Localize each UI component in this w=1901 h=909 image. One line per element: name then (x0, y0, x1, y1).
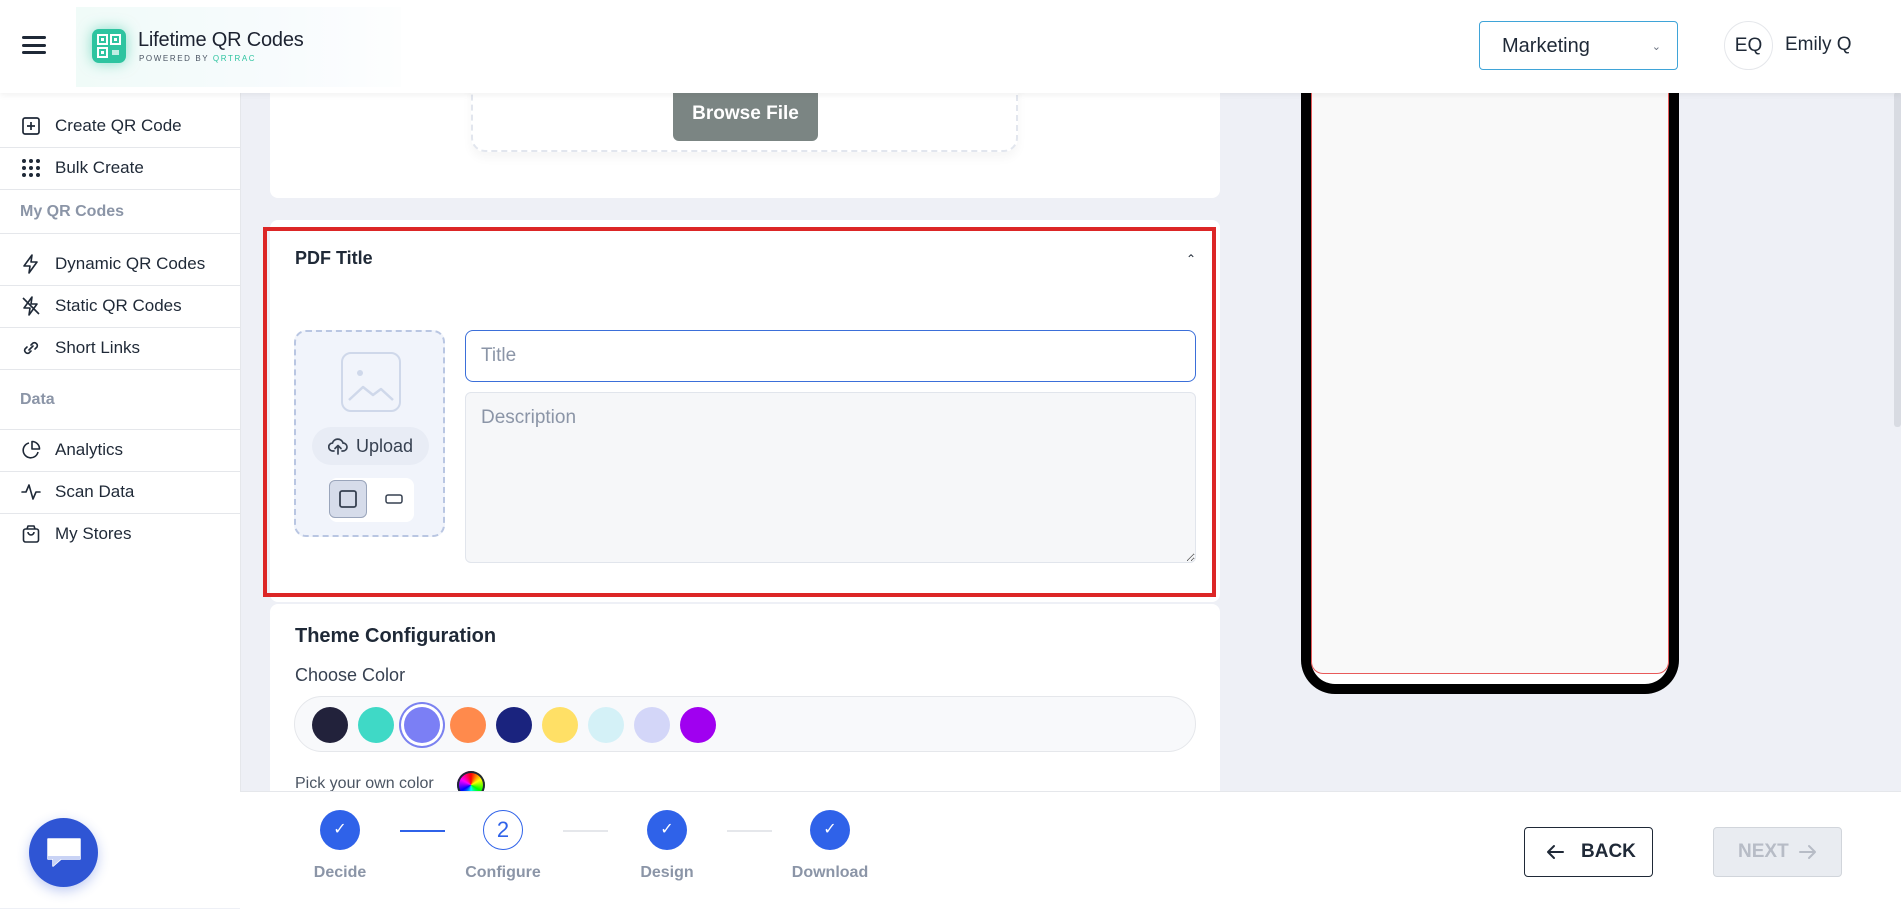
color-swatch[interactable] (312, 707, 348, 743)
lightning-off-icon (22, 296, 40, 316)
section-heading-my-qr-codes: My QR Codes (20, 203, 125, 220)
shopping-bag-icon (22, 525, 40, 543)
qr-logo-icon (92, 29, 126, 63)
sidebar-item-label: Dynamic QR Codes (55, 254, 206, 273)
section-title-theme-configuration: Theme Configuration (295, 625, 497, 647)
step-label-configure: Configure (465, 864, 541, 881)
app-subtitle: POWERED BY QRTRAC (139, 54, 256, 63)
activity-icon (21, 484, 41, 500)
divider (0, 189, 240, 190)
pie-chart-icon (22, 440, 41, 459)
workspace-select-value: Marketing (1502, 35, 1590, 57)
sidebar-item-my-stores[interactable]: My Stores (0, 513, 240, 555)
sidebar-item-label: Analytics (55, 440, 124, 459)
sidebar-item-short-links[interactable]: Short Links (0, 327, 240, 369)
sidebar-item-create-qr[interactable]: Create QR Code (0, 105, 240, 147)
sidebar: Create QR Code Bulk Create My QR Codes D… (0, 93, 241, 908)
sidebar-item-label: Bulk Create (55, 158, 144, 177)
square-icon (339, 490, 357, 508)
step-connector (727, 830, 772, 832)
title-input[interactable] (465, 330, 1196, 382)
square-shape-button[interactable] (329, 480, 367, 518)
upload-button[interactable]: Upload (312, 427, 429, 465)
color-swatch[interactable] (496, 707, 532, 743)
color-swatch-bar (294, 696, 1196, 752)
divider (0, 369, 240, 370)
arrow-left-icon (1547, 845, 1564, 859)
avatar[interactable]: EQ (1724, 21, 1773, 70)
back-button-label: BACK (1581, 841, 1636, 862)
rectangle-shape-button[interactable] (375, 480, 413, 518)
rectangle-icon (385, 494, 403, 504)
next-button[interactable]: NEXT (1713, 827, 1842, 877)
color-swatch[interactable] (588, 707, 624, 743)
chat-icon (47, 838, 81, 867)
cloud-upload-icon (328, 438, 348, 455)
color-swatch-selected[interactable] (404, 707, 440, 743)
app-subtitle-prefix: POWERED BY (139, 54, 213, 63)
choose-color-label: Choose Color (295, 665, 406, 685)
step-decide-check-icon[interactable]: ✓ (320, 810, 360, 850)
browse-file-button[interactable]: Browse File (673, 86, 818, 141)
step-download-check-icon[interactable]: ✓ (810, 810, 850, 850)
sidebar-item-label: Static QR Codes (55, 296, 182, 315)
section-heading-data: Data (20, 391, 55, 408)
app-title: Lifetime QR Codes (138, 29, 304, 51)
sidebar-item-label: Scan Data (55, 482, 135, 501)
step-label-design: Design (640, 864, 694, 881)
app-subtitle-brand: QRTRAC (212, 54, 257, 63)
image-shape-toggle (329, 478, 414, 522)
chevron-down-icon: ⌄ (1651, 41, 1661, 53)
section-title-pdf-title: PDF Title (295, 248, 373, 268)
next-button-label: NEXT (1738, 841, 1789, 862)
phone-preview (1301, 60, 1679, 694)
plus-square-icon (22, 117, 40, 135)
scrollbar[interactable] (1894, 92, 1901, 427)
description-input[interactable] (465, 392, 1196, 563)
sidebar-item-label: Create QR Code (55, 116, 182, 135)
hamburger-menu-icon[interactable] (22, 36, 46, 56)
lightning-icon (23, 254, 38, 274)
workspace-select[interactable]: Marketing ⌄ (1479, 21, 1678, 70)
sidebar-item-scan-data[interactable]: Scan Data (0, 471, 240, 513)
color-swatch[interactable] (358, 707, 394, 743)
sidebar-item-bulk-create[interactable]: Bulk Create (0, 147, 240, 189)
sidebar-item-label: My Stores (55, 524, 132, 543)
sidebar-item-label: Short Links (55, 338, 141, 357)
chat-support-button[interactable] (29, 818, 98, 887)
step-design-check-icon[interactable]: ✓ (647, 810, 687, 850)
top-bar: Lifetime QR Codes POWERED BY QRTRAC Mark… (0, 0, 1901, 93)
sidebar-item-dynamic-qr[interactable]: Dynamic QR Codes (0, 243, 240, 285)
arrow-right-icon (1799, 845, 1816, 859)
sidebar-item-analytics[interactable]: Analytics (0, 429, 240, 471)
divider (0, 233, 240, 234)
color-swatch[interactable] (680, 707, 716, 743)
step-label-decide: Decide (313, 864, 367, 881)
color-swatch[interactable] (450, 707, 486, 743)
step-configure-number[interactable]: 2 (483, 810, 523, 850)
app-logo[interactable]: Lifetime QR Codes POWERED BY QRTRAC (76, 7, 401, 87)
link-icon (23, 341, 39, 355)
color-swatch[interactable] (634, 707, 670, 743)
step-connector (563, 830, 608, 832)
grid-dots-icon (22, 159, 40, 177)
sidebar-item-static-qr[interactable]: Static QR Codes (0, 285, 240, 327)
image-placeholder-icon (341, 352, 401, 412)
phone-preview-screen (1311, 60, 1669, 674)
step-label-download: Download (791, 864, 869, 881)
image-upload-box[interactable]: Upload (294, 330, 445, 537)
color-swatch[interactable] (542, 707, 578, 743)
upload-button-label: Upload (356, 436, 414, 456)
back-button[interactable]: BACK (1524, 827, 1653, 877)
step-connector (400, 830, 445, 832)
user-name[interactable]: Emily Q (1785, 34, 1852, 56)
chevron-up-icon[interactable]: ⌃ (1186, 252, 1196, 266)
